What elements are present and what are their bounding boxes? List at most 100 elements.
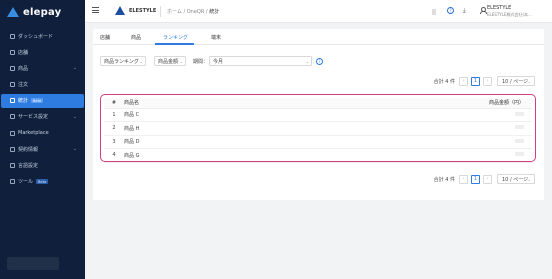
- sidebar-item-label: Marketplace: [18, 130, 49, 137]
- info-icon[interactable]: ?: [316, 57, 323, 65]
- amount-cell: [231, 121, 532, 136]
- chevron-down-icon: ⌄: [139, 59, 143, 64]
- redacted-value: [515, 138, 524, 143]
- ranking-table-highlight: # 商品名 商品金額（円） 1 商品 C 2 商品 H 3 商品 D 4 商品 …: [100, 94, 536, 163]
- rank-cell: 2: [104, 121, 124, 136]
- total-count: 合計 4 件: [433, 176, 455, 183]
- table-header-row: # 商品名 商品金額（円）: [104, 98, 532, 109]
- page-size-value: 10 / ページ: [502, 176, 529, 183]
- chevron-down-icon: ⌄: [72, 65, 77, 72]
- tab-terminals[interactable]: 端末: [211, 34, 221, 41]
- sidebar-item-statistics[interactable]: 統計 Beta: [1, 93, 84, 108]
- breadcrumb-separator: /: [183, 9, 186, 15]
- user-icon[interactable]: [480, 7, 487, 14]
- app-logo[interactable]: elepay: [0, 0, 85, 24]
- sidebar-item-products[interactable]: 商品 ⌄: [1, 61, 84, 75]
- prev-page-button[interactable]: ‹: [459, 174, 468, 184]
- gear-icon: [10, 114, 15, 120]
- table-row: 4 商品 G: [104, 148, 532, 163]
- sidebar-item-orders[interactable]: 注文: [1, 78, 84, 92]
- page-size-select[interactable]: 10 / ページ ⌄: [497, 76, 535, 86]
- tag-icon: [10, 65, 15, 71]
- breadcrumb-separator: /: [205, 9, 208, 15]
- page-button[interactable]: 1: [471, 76, 480, 86]
- redacted-value: [515, 111, 524, 116]
- next-page-button[interactable]: ›: [483, 174, 492, 184]
- statistics-card: 店舗 商品 ランキング 端末 商品ランキング ⌄ 商品金額 ⌄ 期間： 今月 ⌄…: [93, 29, 544, 200]
- next-page-button[interactable]: ›: [483, 76, 492, 86]
- period-label: 期間：: [193, 59, 209, 65]
- prev-page-button[interactable]: ‹: [459, 76, 468, 86]
- sidebar-item-stores[interactable]: 店舗: [1, 45, 84, 59]
- user-organization: ELESTYLE株式会社(本...: [487, 12, 532, 17]
- breadcrumb-oneqr[interactable]: OneQR: [187, 9, 205, 15]
- chart-icon: [10, 98, 15, 104]
- redacted-value: [515, 125, 524, 130]
- product-name-cell: 商品 H: [124, 121, 232, 136]
- sidebar: elepay ダッシュボード 店舗 商品 ⌄ 注文 統計 Beta サービス設定…: [0, 0, 85, 279]
- sidebar-item-dashboard[interactable]: ダッシュボード: [1, 29, 84, 43]
- ranking-type-value: 商品ランキング: [104, 58, 139, 65]
- rank-cell: 1: [104, 108, 124, 122]
- menu-toggle-icon[interactable]: [92, 7, 99, 13]
- product-name-cell: 商品 C: [124, 108, 232, 122]
- rank-cell: 3: [104, 135, 124, 149]
- sidebar-item-label: 商品: [18, 65, 29, 72]
- ranking-table: # 商品名 商品金額（円） 1 商品 C 2 商品 H 3 商品 D 4 商品 …: [104, 98, 532, 163]
- sidebar-nav: ダッシュボード 店舗 商品 ⌄ 注文 統計 Beta サービス設定 ⌄ Mark…: [0, 29, 85, 189]
- app-logo-text: elepay: [23, 6, 62, 18]
- column-header-rank: #: [104, 98, 124, 109]
- column-header-product-name: 商品名: [124, 98, 232, 109]
- user-name[interactable]: ELESTYLE: [487, 5, 511, 11]
- period-select[interactable]: 今月 ⌄: [209, 56, 312, 66]
- document-icon: [10, 146, 15, 152]
- tab-products[interactable]: 商品: [131, 34, 141, 41]
- pagination-bottom: 合計 4 件 ‹ 1 › 10 / ページ ⌄: [434, 174, 535, 184]
- metric-select[interactable]: 商品金額 ⌄: [154, 56, 186, 66]
- sidebar-item-label: ダッシュボード: [18, 33, 54, 40]
- tab-bar: 店舗 商品 ランキング 端末: [93, 29, 544, 45]
- company-name: ELESTYLE: [129, 8, 157, 14]
- breadcrumb-current: 統計: [209, 9, 220, 15]
- store-icon: [10, 49, 15, 55]
- download-icon[interactable]: ⤓: [463, 7, 466, 15]
- ranking-type-select[interactable]: 商品ランキング ⌄: [100, 56, 146, 66]
- chevron-down-icon: ⌄: [527, 177, 531, 182]
- column-header-amount: 商品金額（円）: [231, 98, 532, 109]
- tab-ranking[interactable]: ランキング: [163, 34, 188, 41]
- sidebar-item-contract[interactable]: 契約情報 ⌄: [1, 142, 84, 156]
- pagination-top: 合計 4 件 ‹ 1 › 10 / ページ ⌄: [434, 76, 535, 86]
- chevron-down-icon: ⌄: [72, 113, 77, 120]
- page-size-select[interactable]: 10 / ページ ⌄: [497, 174, 535, 184]
- sidebar-item-service-settings[interactable]: サービス設定 ⌄: [1, 110, 84, 124]
- sidebar-item-label: ツール: [18, 179, 34, 186]
- company-logo-icon: [115, 6, 125, 15]
- sidebar-item-label: サービス設定: [18, 114, 49, 121]
- table-row: 1 商品 C: [104, 108, 532, 122]
- help-icon[interactable]: ?: [447, 7, 454, 14]
- placeholder-block: [432, 9, 436, 15]
- tab-stores[interactable]: 店舗: [100, 34, 110, 41]
- sidebar-item-label: 言語設定: [18, 163, 39, 169]
- breadcrumb: ホーム / OneQR / 統計: [167, 8, 219, 15]
- sidebar-item-label: 店舗: [18, 49, 29, 56]
- chevron-down-icon: ⌄: [527, 79, 531, 84]
- amount-cell: [231, 108, 532, 122]
- sidebar-item-label: 注文: [18, 82, 29, 89]
- clock-icon: [10, 33, 15, 39]
- active-tab-indicator: [155, 43, 194, 45]
- sidebar-item-marketplace[interactable]: Marketplace: [1, 126, 84, 140]
- cart-icon: [10, 82, 15, 88]
- elepay-logo-icon: [7, 7, 19, 17]
- sidebar-item-label: 契約情報: [18, 146, 39, 153]
- table-row: 3 商品 D: [104, 135, 532, 149]
- grid-icon: [10, 130, 15, 136]
- table-row: 2 商品 H: [104, 121, 532, 136]
- page-button[interactable]: 1: [471, 174, 480, 184]
- sidebar-item-tools[interactable]: ツール Beta: [1, 175, 84, 189]
- sidebar-item-language[interactable]: 言語設定: [1, 159, 84, 173]
- breadcrumb-home[interactable]: ホーム: [167, 9, 182, 15]
- period-value: 今月: [213, 58, 224, 65]
- divider: [160, 6, 161, 17]
- page-size-value: 10 / ページ: [502, 78, 529, 85]
